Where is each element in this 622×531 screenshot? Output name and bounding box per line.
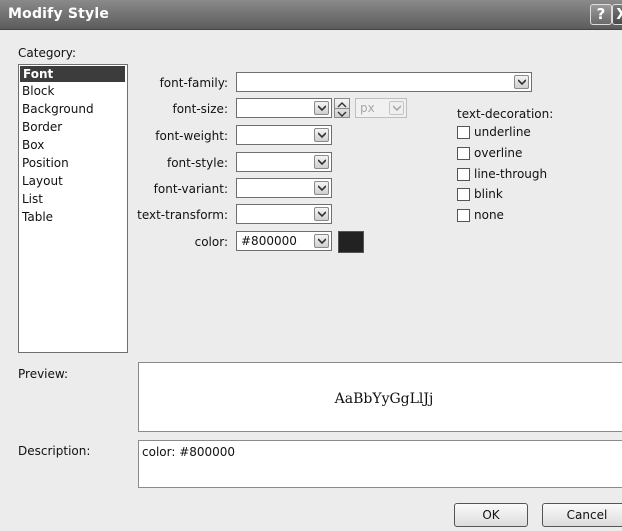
cancel-button[interactable]: Cancel xyxy=(542,503,622,527)
text-decoration-label: text-decoration: xyxy=(457,107,554,121)
blink-checkbox[interactable] xyxy=(457,188,470,201)
font-size-unit-value: px xyxy=(360,101,375,115)
ok-button[interactable]: OK xyxy=(454,503,528,527)
category-label: Category: xyxy=(18,46,76,60)
font-size-combo[interactable] xyxy=(236,98,332,118)
chevron-down-icon xyxy=(389,101,404,115)
close-button[interactable]: X xyxy=(612,4,622,25)
text-transform-combo[interactable] xyxy=(236,204,332,224)
line-through-label: line-through xyxy=(474,167,548,181)
help-button[interactable]: ? xyxy=(590,4,612,25)
font-family-label: font-family: xyxy=(159,76,228,90)
description-text: color: #800000 xyxy=(142,445,236,459)
category-item-position[interactable]: Position xyxy=(19,154,127,172)
category-item-border[interactable]: Border xyxy=(19,118,127,136)
category-item-font[interactable]: Font xyxy=(20,66,125,82)
text-transform-label: text-transform: xyxy=(137,208,228,222)
chevron-down-icon[interactable] xyxy=(314,234,329,248)
overline-label: overline xyxy=(474,146,523,160)
category-item-block[interactable]: Block xyxy=(19,82,127,100)
font-weight-label: font-weight: xyxy=(155,129,228,143)
description-box: color: #800000 xyxy=(138,440,622,488)
font-style-label: font-style: xyxy=(166,156,228,170)
font-weight-combo[interactable] xyxy=(236,125,332,145)
overline-checkbox[interactable] xyxy=(457,147,470,160)
color-label: color: xyxy=(194,235,228,249)
font-family-combo[interactable] xyxy=(236,72,532,92)
none-label: none xyxy=(474,208,504,222)
chevron-down-icon[interactable] xyxy=(314,128,329,142)
close-icon: X xyxy=(616,5,622,23)
chevron-down-icon[interactable] xyxy=(314,181,329,195)
help-icon: ? xyxy=(596,5,606,23)
font-variant-label: font-variant: xyxy=(153,182,228,196)
font-variant-combo[interactable] xyxy=(236,178,332,198)
category-item-box[interactable]: Box xyxy=(19,136,127,154)
preview-sample-text: AaBbYyGgLlJj xyxy=(334,391,434,407)
color-swatch-button[interactable] xyxy=(338,231,364,253)
color-combo[interactable]: #800000 xyxy=(236,231,332,251)
chevron-down-icon[interactable] xyxy=(314,207,329,221)
dialog-title: Modify Style xyxy=(8,6,110,22)
category-item-table[interactable]: Table xyxy=(19,208,127,226)
category-list[interactable]: Font Block Background Border Box Positio… xyxy=(18,64,128,353)
spin-down-icon[interactable] xyxy=(335,108,349,117)
none-checkbox[interactable] xyxy=(457,209,470,222)
font-size-label: font-size: xyxy=(172,102,228,116)
chevron-down-icon[interactable] xyxy=(514,75,529,89)
description-label: Description: xyxy=(18,444,91,458)
blink-label: blink xyxy=(474,187,503,201)
underline-label: underline xyxy=(474,125,531,139)
category-item-background[interactable]: Background xyxy=(19,100,127,118)
font-size-spinner[interactable] xyxy=(334,98,350,118)
category-item-list[interactable]: List xyxy=(19,190,127,208)
title-bar: Modify Style ? X xyxy=(0,0,622,30)
font-size-unit-combo: px xyxy=(355,98,407,118)
chevron-down-icon[interactable] xyxy=(314,155,329,169)
preview-label: Preview: xyxy=(18,367,69,381)
category-item-layout[interactable]: Layout xyxy=(19,172,127,190)
font-style-combo[interactable] xyxy=(236,152,332,172)
chevron-down-icon[interactable] xyxy=(314,101,329,115)
line-through-checkbox[interactable] xyxy=(457,168,470,181)
color-value: #800000 xyxy=(241,234,297,248)
underline-checkbox[interactable] xyxy=(457,126,470,139)
preview-box: AaBbYyGgLlJj xyxy=(138,362,622,432)
